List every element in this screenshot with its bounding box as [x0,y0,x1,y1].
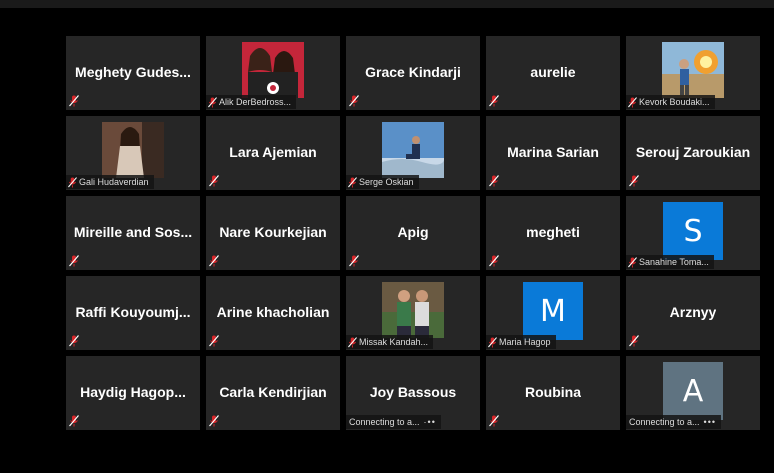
participant-name: Haydig Hagop... [80,384,186,400]
participant-name: Mireille and Sos... [73,224,193,240]
muted-mic-icon [489,175,499,187]
participant-tile[interactable]: Gali Hudaverdian [66,116,200,190]
participant-caption: Gali Hudaverdian [66,175,154,189]
muted-mic-icon [489,95,499,107]
participant-name: Roubina [525,384,581,400]
muted-mic-icon [69,95,79,107]
participant-name: Serge Oskian [359,177,414,187]
muted-mic-icon [489,255,499,267]
participant-tile[interactable]: aurelie [486,36,620,110]
muted-mic-icon [209,415,219,427]
participant-tile[interactable]: Mireille and Sos... [66,196,200,270]
muted-mic-icon [209,255,219,267]
muted-mic-icon [69,415,79,427]
participant-name: Joy Bassous [369,384,457,400]
participant-tile[interactable]: Grace Kindarji [346,36,480,110]
avatar-letter: A [682,373,704,409]
participant-tile[interactable]: Alik DerBedross... [206,36,340,110]
muted-mic-icon [208,96,217,107]
participant-video [662,42,724,98]
participant-caption: Maria Hagop [486,335,556,349]
participant-name: Kevork Boudaki... [639,97,710,107]
avatar: M [523,282,583,340]
participant-tile[interactable]: Kevork Boudaki... [626,36,760,110]
participant-name: Arznyy [669,304,717,320]
muted-mic-icon [348,336,357,347]
participant-tile[interactable]: Carla Kendirjian [206,356,340,430]
muted-mic-icon [69,335,79,347]
participant-tile[interactable]: Serge Oskian [346,116,480,190]
participant-name: Arine khacholian [216,304,330,320]
participant-tile[interactable]: Serouj Zaroukian [626,116,760,190]
participant-name: Grace Kindarji [365,64,461,80]
muted-mic-icon [628,96,637,107]
muted-mic-icon [349,255,359,267]
participant-tile[interactable]: Lara Ajemian [206,116,340,190]
participant-name: Marina Sarian [507,144,599,160]
participant-caption: Alik DerBedross... [206,95,297,109]
participant-tile[interactable]: Joy Bassous Connecting to a... ·•• [346,356,480,430]
participant-name: Serouj Zaroukian [635,144,751,160]
gallery-grid: Meghety Gudes... Alik DerBedross... Grac… [66,36,760,430]
muted-mic-icon [69,255,79,267]
participant-tile[interactable]: Apig [346,196,480,270]
participant-tile[interactable]: A Connecting to a... ••• [626,356,760,430]
avatar-letter: M [540,293,566,329]
participant-tile[interactable]: Nare Kourkejian [206,196,340,270]
participant-tile[interactable]: Roubina [486,356,620,430]
muted-mic-icon [629,335,639,347]
participant-name: Sanahine Toma... [639,257,709,267]
participant-name: Maria Hagop [499,337,551,347]
participant-caption: Serge Oskian [346,175,419,189]
participant-caption: Sanahine Toma... [626,255,714,269]
participant-tile[interactable]: Marina Sarian [486,116,620,190]
participant-tile[interactable]: Haydig Hagop... [66,356,200,430]
connecting-text: Connecting to a... [629,417,700,427]
muted-mic-icon [629,175,639,187]
title-bar [0,0,774,8]
muted-mic-icon [68,176,77,187]
participant-name: aurelie [530,64,576,80]
connecting-text: Connecting to a... [349,417,420,427]
avatar: S [663,202,723,260]
muted-mic-icon [209,175,219,187]
participant-name: Gali Hudaverdian [79,177,149,187]
muted-mic-icon [349,95,359,107]
participant-name: megheti [526,224,580,240]
participant-tile[interactable]: Arine khacholian [206,276,340,350]
participant-name: Apig [397,224,429,240]
avatar: A [663,362,723,420]
muted-mic-icon [488,336,497,347]
participant-name: Alik DerBedross... [219,97,292,107]
participant-video [102,122,164,178]
avatar-letter: S [683,213,703,249]
muted-mic-icon [348,176,357,187]
participant-name: Lara Ajemian [229,144,317,160]
participant-caption: Kevork Boudaki... [626,95,715,109]
participant-video [382,282,444,338]
participant-tile[interactable]: megheti [486,196,620,270]
muted-mic-icon [489,415,499,427]
participant-name: Raffi Kouyoumj... [75,304,191,320]
participant-video [242,42,304,98]
participant-tile[interactable]: Raffi Kouyoumj... [66,276,200,350]
connecting-dots-icon: ·•• [423,417,436,427]
participant-tile[interactable]: Meghety Gudes... [66,36,200,110]
muted-mic-icon [209,335,219,347]
participant-name: Nare Kourkejian [219,224,327,240]
participant-tile[interactable]: Missak Kandah... [346,276,480,350]
muted-mic-icon [628,256,637,267]
connecting-status: Connecting to a... ••• [626,415,721,429]
participant-video [382,122,444,178]
connecting-dots-icon: ••• [703,417,716,427]
connecting-status: Connecting to a... ·•• [346,415,441,429]
participant-caption: Missak Kandah... [346,335,434,349]
participant-name: Meghety Gudes... [75,64,191,80]
participant-tile[interactable]: S Sanahine Toma... [626,196,760,270]
participant-name: Carla Kendirjian [219,384,327,400]
participant-tile[interactable]: Arznyy [626,276,760,350]
participant-name: Missak Kandah... [359,337,429,347]
participant-tile[interactable]: M Maria Hagop [486,276,620,350]
